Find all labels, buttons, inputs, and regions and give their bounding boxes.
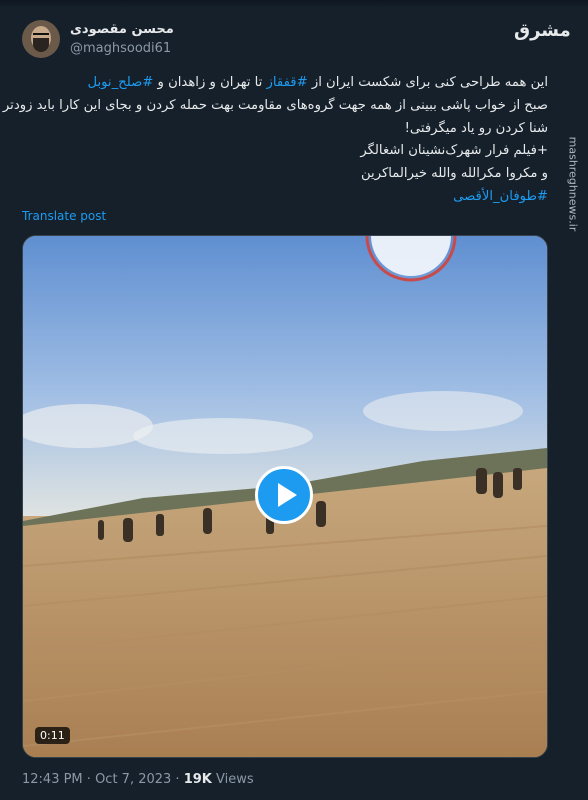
post-line-2: صبح از خواب پاشی ببینی از همه جهت گروه‌ه… (2, 97, 548, 113)
post-line-4: +فیلم فرار شهرک‌نشینان اشغالگر (360, 143, 548, 159)
video-player[interactable]: 0:11 (22, 235, 548, 758)
avatar-beard (33, 38, 49, 52)
play-icon (278, 483, 297, 507)
author-name[interactable]: محسن مقصودی (70, 22, 174, 37)
top-edge (0, 0, 588, 8)
post-text: این همه طراحی کنی برای شکست ایران از #قف… (2, 72, 548, 209)
site-watermark-text: mashreghnews.ir (566, 136, 580, 232)
meta-separator-2: · (171, 772, 184, 787)
translate-post-link[interactable]: Translate post (22, 209, 106, 223)
views-label: Views (211, 772, 254, 787)
post-date[interactable]: Oct 7, 2023 (95, 772, 171, 787)
hashtag-al-aqsa-flood[interactable]: #طوفان_الأقصی (20, 186, 548, 209)
hashtag-nobel-peace[interactable]: #صلح_نوبل (87, 75, 153, 90)
avatar[interactable] (22, 20, 60, 58)
post-line-5: و مکروا مکرالله والله خیرالماکرین (360, 166, 548, 182)
hashtag-qafqaz[interactable]: #قفقاز (267, 75, 308, 90)
meta-separator: · (82, 772, 96, 787)
video-duration: 0:11 (35, 727, 70, 744)
post-time[interactable]: 12:43 PM (22, 772, 83, 787)
post-line-1: این همه طراحی کنی برای شکست ایران از #قف… (87, 75, 548, 90)
play-button[interactable] (255, 466, 313, 524)
views-count: 19K (183, 772, 212, 787)
post-meta: 12:43 PM · Oct 7, 2023 · 19K Views (22, 772, 254, 787)
author-handle[interactable]: @maghsoodi61 (70, 41, 171, 56)
post-line-3: شنا کردن رو یاد میگرفتی! (404, 120, 548, 136)
site-watermark: mashreghnews.ir (563, 84, 583, 284)
mashregh-logo: مشرق (514, 20, 571, 41)
